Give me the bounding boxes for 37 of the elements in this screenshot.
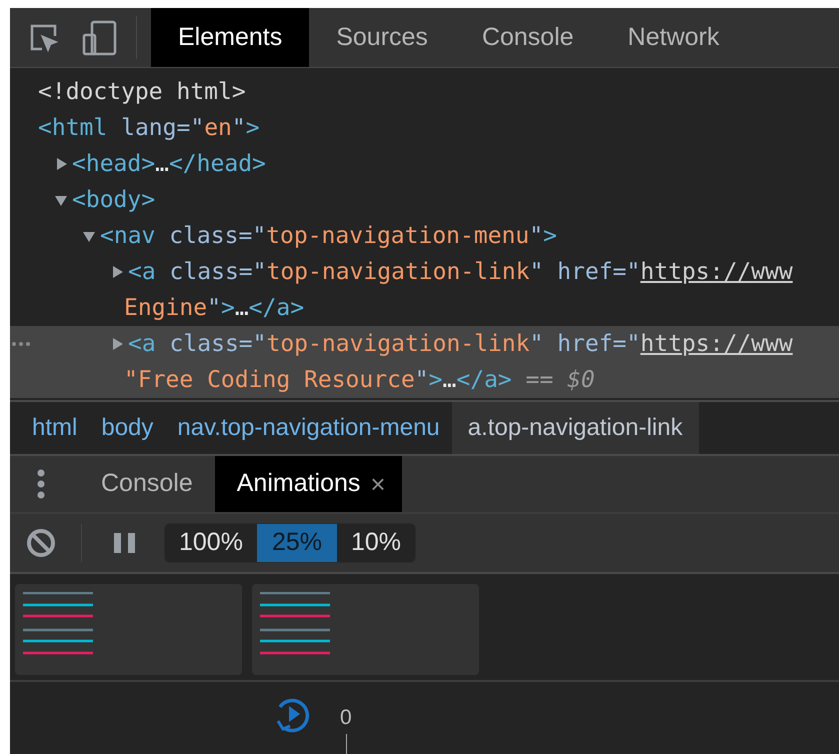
- expanded-triangle-icon[interactable]: [54, 193, 68, 207]
- animation-lines-drawing: [23, 592, 93, 655]
- breadcrumb[interactable]: nav.top-navigation-menu: [165, 402, 452, 454]
- dom-node-code[interactable]: "Free Coding Resource">…</a> == $0: [124, 362, 595, 398]
- more-options-icon[interactable]: [37, 469, 45, 499]
- close-icon[interactable]: ×: [370, 464, 386, 504]
- panel-tab[interactable]: Console: [454, 8, 601, 67]
- animation-group-card[interactable]: [252, 584, 479, 675]
- playback-speed-option[interactable]: 100%: [165, 524, 257, 562]
- animation-group-card[interactable]: [15, 584, 242, 675]
- dom-node-code[interactable]: <a class="top-navigation-link" href="https://www: [128, 326, 793, 362]
- dom-node-code[interactable]: <html lang="en">: [38, 110, 260, 146]
- collapsed-triangle-icon[interactable]: [110, 265, 124, 279]
- animation-lines-drawing: [260, 592, 330, 655]
- breadcrumb[interactable]: html: [20, 402, 90, 454]
- dom-node-code[interactable]: <!doctype html>: [38, 74, 246, 110]
- dom-node-code[interactable]: <body>: [72, 182, 156, 218]
- device-toolbar-icon[interactable]: [82, 20, 118, 56]
- dom-node-code[interactable]: <head>…</head>: [72, 146, 266, 182]
- collapsed-triangle-icon[interactable]: [110, 337, 124, 351]
- dom-node-code[interactable]: <a class="top-navigation-link" href="https://www: [128, 254, 793, 290]
- dom-node-code[interactable]: <nav class="top-navigation-menu">: [100, 218, 557, 254]
- panel-tab[interactable]: Sources: [309, 8, 455, 67]
- clear-icon[interactable]: [26, 528, 56, 558]
- panel-tab[interactable]: Network: [600, 8, 746, 67]
- expanded-triangle-icon[interactable]: [82, 229, 96, 243]
- dom-node-code[interactable]: Engine">…</a>: [124, 290, 304, 326]
- pause-icon[interactable]: [114, 533, 136, 553]
- breadcrumb[interactable]: body: [89, 402, 166, 454]
- breadcrumb[interactable]: a.top-navigation-link: [452, 402, 699, 454]
- panel-tab[interactable]: Elements: [151, 8, 310, 67]
- playback-speed-option[interactable]: 10%: [337, 524, 416, 562]
- drawer-tab[interactable]: Console: [79, 456, 215, 512]
- drawer-tab[interactable]: Animations ×: [214, 456, 402, 512]
- collapsed-triangle-icon[interactable]: [54, 157, 68, 171]
- timeline-start-label: 0: [340, 705, 352, 731]
- more-dots-icon[interactable]: [12, 342, 30, 346]
